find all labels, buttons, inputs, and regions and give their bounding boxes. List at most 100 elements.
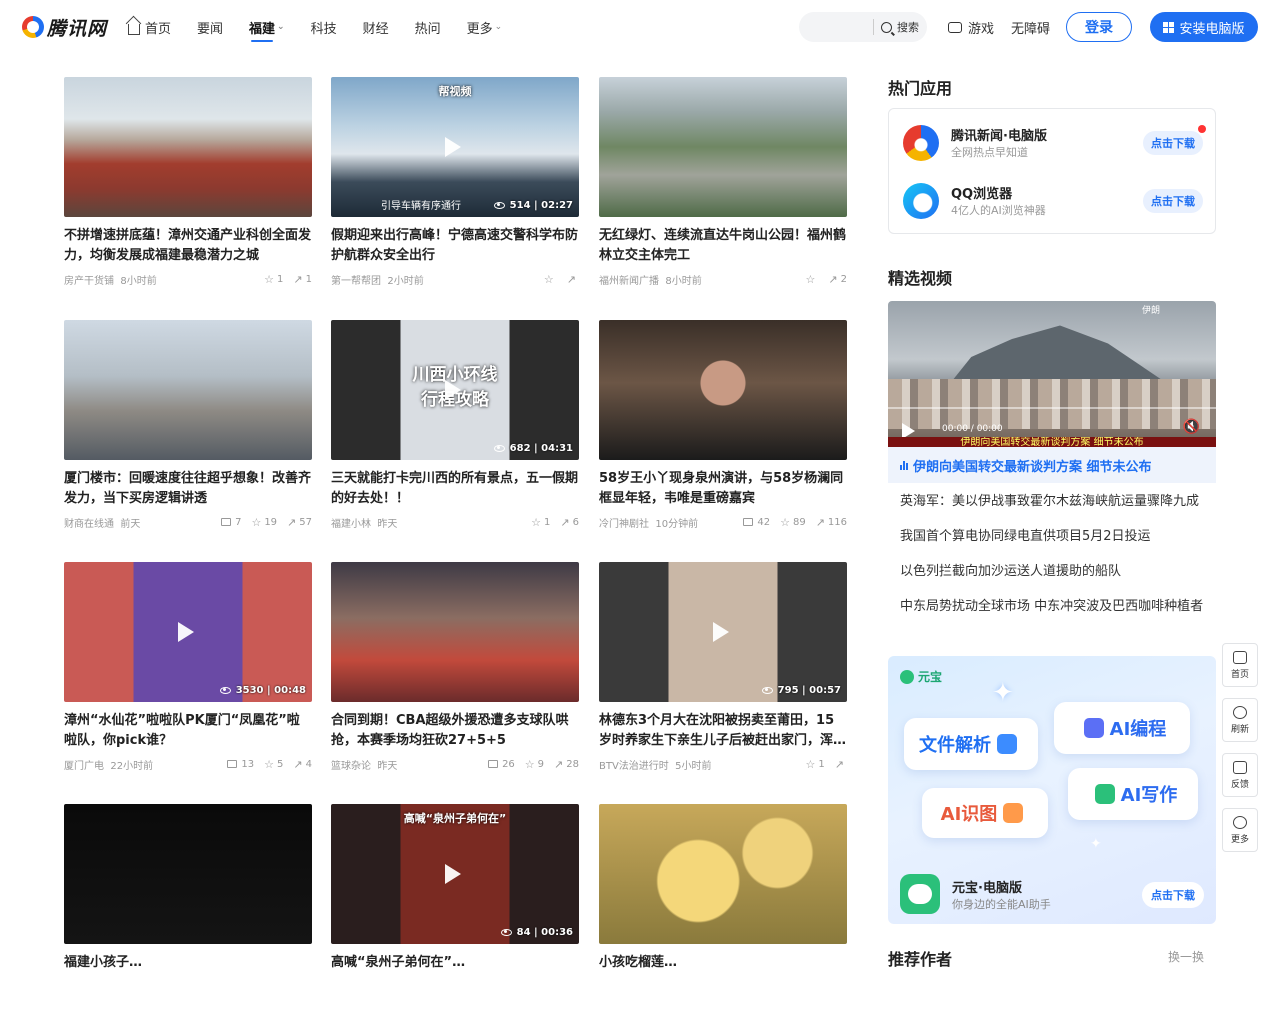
- featured-video-headline[interactable]: 伊朗向美国转交最新谈判方案 细节未公布: [888, 447, 1216, 483]
- app-item-tencent-news[interactable]: 腾讯新闻·电脑版 全网热点早知道 点击下载: [903, 123, 1206, 163]
- news-card[interactable]: 福建小孩子…: [64, 804, 312, 1013]
- like-stat[interactable]: ☆ 1: [806, 758, 825, 771]
- nav-more[interactable]: 更多 ⌄: [467, 0, 503, 54]
- play-icon[interactable]: [445, 864, 461, 884]
- video-list-item[interactable]: 中东局势扰动全球市场 中东冲突波及巴西咖啡种植者: [888, 589, 1216, 624]
- comment-stat[interactable]: 42: [743, 517, 770, 528]
- login-button[interactable]: 登录: [1066, 12, 1132, 42]
- search-icon[interactable]: [881, 21, 892, 33]
- search-input[interactable]: [809, 20, 873, 34]
- share-stat[interactable]: ↗: [567, 273, 579, 286]
- like-stat[interactable]: ☆: [806, 273, 819, 286]
- play-icon[interactable]: [445, 137, 461, 157]
- news-thumbnail[interactable]: [331, 562, 579, 702]
- play-icon[interactable]: [445, 380, 461, 400]
- news-card[interactable]: 高喊“泉州子弟何在” 84 | 00:36 高喊“泉州子弟何在”…: [331, 804, 579, 1013]
- nav-tech[interactable]: 科技: [311, 0, 337, 54]
- play-icon[interactable]: [178, 622, 194, 642]
- source-name[interactable]: 厦门广电: [64, 761, 104, 772]
- like-stat[interactable]: ☆: [544, 273, 557, 286]
- comment-stat[interactable]: 7: [221, 517, 241, 528]
- news-card[interactable]: 小孩吃榴莲…: [599, 804, 847, 1013]
- news-thumbnail[interactable]: [64, 804, 312, 944]
- like-stat[interactable]: ☆ 89: [780, 516, 806, 529]
- share-stat[interactable]: ↗ 28: [554, 758, 579, 771]
- source-name[interactable]: 房产干货铺: [64, 276, 114, 287]
- source-name[interactable]: 财商在线通: [64, 519, 114, 530]
- tencent-logo[interactable]: 腾讯网: [22, 14, 107, 40]
- news-thumbnail[interactable]: 川西小环线 行程攻略 682 | 04:31: [331, 320, 579, 460]
- news-title[interactable]: 高喊“泉州子弟何在”…: [331, 953, 579, 993]
- search-button[interactable]: 搜索: [897, 19, 919, 35]
- source-name[interactable]: 篮球杂论: [331, 761, 371, 772]
- news-title[interactable]: 58岁王小丫现身泉州演讲，与58岁杨澜同框显年轻，韦唯是重磅嘉宾: [599, 469, 847, 509]
- mute-icon[interactable]: 🔇: [1183, 419, 1200, 435]
- install-desktop-button[interactable]: 安装电脑版: [1150, 12, 1258, 42]
- news-card[interactable]: 厦门楼市：回暖速度往往超乎想象！改善齐发力，当下买房逻辑讲透 财商在线通 前天 7 ☆…: [64, 320, 312, 530]
- news-thumbnail[interactable]: [599, 320, 847, 460]
- news-title[interactable]: 三天就能打卡完川西的所有景点，五一假期的好去处！！: [331, 469, 579, 509]
- news-card[interactable]: 795 | 00:57 林德东3个月大在沈阳被拐卖至莆田，15岁时养家生下亲生儿子…: [599, 562, 847, 772]
- news-thumbnail[interactable]: 高喊“泉州子弟何在” 84 | 00:36: [331, 804, 579, 944]
- news-card[interactable]: 3530 | 00:48 漳州“水仙花”啦啦队PK厦门“凤凰花”啦啦队，你pick…: [64, 562, 312, 772]
- news-thumbnail[interactable]: [599, 804, 847, 944]
- share-stat[interactable]: ↗ 6: [560, 516, 579, 529]
- nav-home[interactable]: 首页: [128, 0, 171, 54]
- share-stat[interactable]: ↗: [835, 758, 847, 771]
- float-refresh-button[interactable]: 刷新: [1222, 698, 1258, 742]
- source-name[interactable]: 冷门神剧社: [599, 519, 649, 530]
- source-name[interactable]: 福建小林: [331, 519, 371, 530]
- like-stat[interactable]: ☆ 1: [264, 273, 283, 286]
- news-card[interactable]: 无红绿灯、连续流直达牛岗山公园！福州鹤林立交主体完工 福州新闻广播 8小时前 ☆ ↗ 2: [599, 77, 847, 287]
- news-thumbnail[interactable]: [64, 77, 312, 217]
- news-title[interactable]: 假期迎来出行高峰！宁德高速交警科学布防护航群众安全出行: [331, 226, 579, 266]
- video-list-item[interactable]: 英海军：美以伊战事致霍尔木兹海峡航运量骤降九成: [888, 484, 1216, 519]
- like-stat[interactable]: ☆ 19: [251, 516, 277, 529]
- news-thumbnail[interactable]: [64, 320, 312, 460]
- source-name[interactable]: BTV法治进行时: [599, 761, 669, 772]
- like-stat[interactable]: ☆ 5: [264, 758, 283, 771]
- news-thumbnail[interactable]: [599, 77, 847, 217]
- news-thumbnail[interactable]: 795 | 00:57: [599, 562, 847, 702]
- video-list-item[interactable]: 以色列拦截向加沙运送人道援助的船队: [888, 554, 1216, 589]
- news-title[interactable]: 漳州“水仙花”啦啦队PK厦门“凤凰花”啦啦队，你pick谁？: [64, 711, 312, 751]
- float-feedback-button[interactable]: 反馈: [1222, 753, 1258, 797]
- comment-stat[interactable]: 26: [488, 759, 515, 770]
- nav-hot-questions[interactable]: 热问: [415, 0, 441, 54]
- video-list-item[interactable]: 我国首个算电协同绿电直供项目5月2日投运: [888, 519, 1216, 554]
- app-item-qq-browser[interactable]: QQ浏览器 4亿人的AI浏览神器 点击下载: [903, 181, 1203, 221]
- float-more-button[interactable]: 更多: [1222, 808, 1258, 852]
- share-stat[interactable]: ↗ 2: [828, 273, 847, 286]
- games-link[interactable]: 游戏: [948, 18, 994, 37]
- yuanbao-download-button[interactable]: 点击下载: [1142, 882, 1204, 908]
- featured-video-player[interactable]: 伊朗 00:00 / 00:00 🔇 伊朗向美国转交最新谈判方案 细节未公布: [888, 301, 1216, 447]
- yuanbao-promo[interactable]: 元宝 ✦ 文件解析 AI编程 AI写作 AI识图 ✦ 元宝·电脑版 你身边的全能…: [888, 656, 1216, 924]
- news-title[interactable]: 林德东3个月大在沈阳被拐卖至莆田，15岁时养家生下亲生儿子后被赶出家门，浑身…: [599, 711, 847, 751]
- like-stat[interactable]: ☆ 9: [525, 758, 544, 771]
- share-stat[interactable]: ↗ 1: [293, 273, 312, 286]
- nav-finance[interactable]: 财经: [363, 0, 389, 54]
- news-card[interactable]: 58岁王小丫现身泉州演讲，与58岁杨澜同框显年轻，韦唯是重磅嘉宾 冷门神剧社 10…: [599, 320, 847, 530]
- refresh-authors-button[interactable]: 换一换: [1168, 948, 1204, 965]
- source-name[interactable]: 福州新闻广播: [599, 276, 659, 287]
- download-button[interactable]: 点击下载: [1143, 131, 1203, 155]
- news-title[interactable]: 不拼增速拼底蕴！漳州交通产业科创全面发力，均衡发展成福建最稳潜力之城: [64, 226, 312, 266]
- news-thumbnail[interactable]: 帮视频 引导车辆有序通行 514 | 02:27: [331, 77, 579, 217]
- news-title[interactable]: 厦门楼市：回暖速度往往超乎想象！改善齐发力，当下买房逻辑讲透: [64, 469, 312, 509]
- share-stat[interactable]: ↗ 116: [816, 516, 847, 529]
- share-stat[interactable]: ↗ 57: [287, 516, 312, 529]
- nav-fujian[interactable]: 福建 ⌄: [249, 0, 285, 54]
- comment-stat[interactable]: 13: [227, 759, 254, 770]
- news-title[interactable]: 合同到期！CBA超级外援恐遭多支球队哄抢，本赛季场均狂砍27+5+5: [331, 711, 579, 751]
- news-card[interactable]: 川西小环线 行程攻略 682 | 04:31 三天就能打卡完川西的所有景点，五一假期…: [331, 320, 579, 530]
- share-stat[interactable]: ↗ 4: [293, 758, 312, 771]
- news-card[interactable]: 合同到期！CBA超级外援恐遭多支球队哄抢，本赛季场均狂砍27+5+5 篮球杂论 昨…: [331, 562, 579, 772]
- news-title[interactable]: 小孩吃榴莲…: [599, 953, 847, 993]
- nav-news[interactable]: 要闻: [197, 0, 223, 54]
- source-name[interactable]: 第一帮帮团: [331, 276, 381, 287]
- news-card[interactable]: 不拼增速拼底蕴！漳州交通产业科创全面发力，均衡发展成福建最稳潜力之城 房产干货铺 …: [64, 77, 312, 287]
- news-title[interactable]: 无红绿灯、连续流直达牛岗山公园！福州鹤林立交主体完工: [599, 226, 847, 266]
- news-thumbnail[interactable]: 3530 | 00:48: [64, 562, 312, 702]
- accessibility-link[interactable]: 无障碍: [1011, 18, 1050, 37]
- news-card[interactable]: 帮视频 引导车辆有序通行 514 | 02:27 假期迎来出行高峰！宁德高速交警科学布…: [331, 77, 579, 287]
